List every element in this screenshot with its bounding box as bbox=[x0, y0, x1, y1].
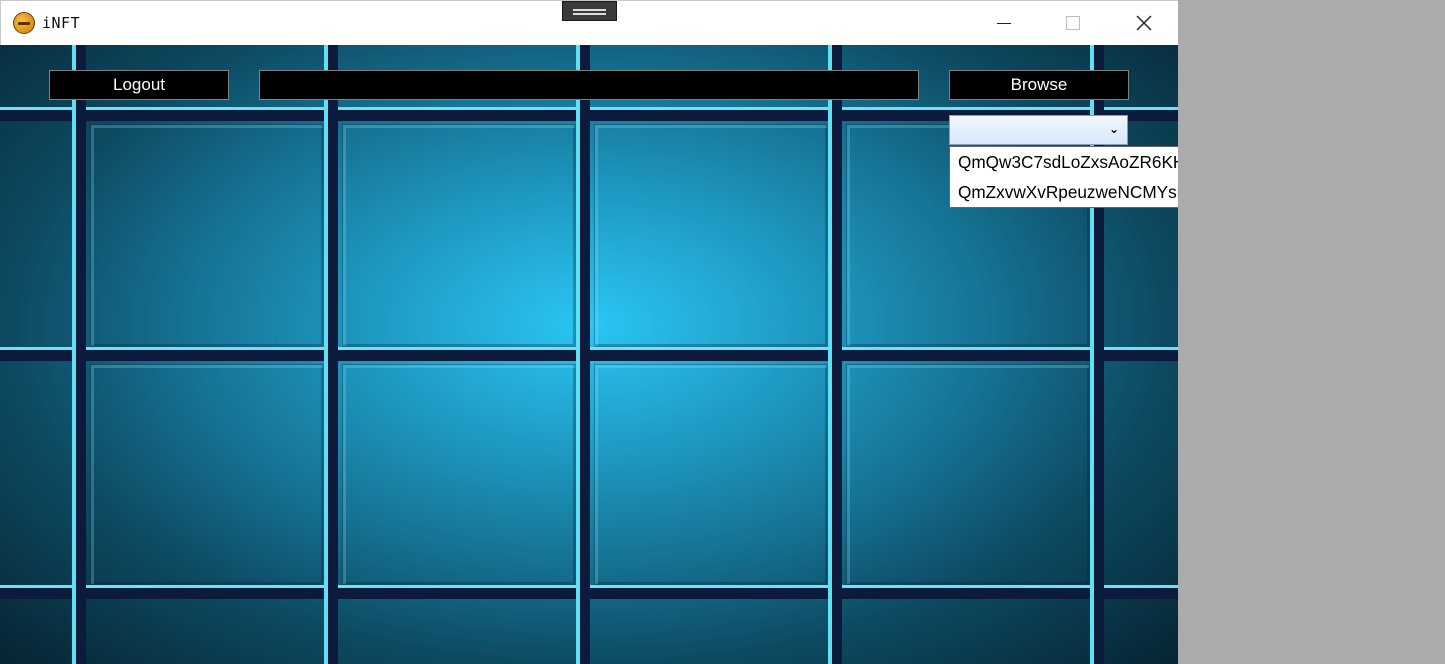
background-tile bbox=[594, 364, 828, 585]
background-grid-line bbox=[576, 45, 590, 664]
background-tile bbox=[846, 364, 1090, 585]
maximize-icon bbox=[1066, 16, 1080, 30]
chevron-down-icon: ⌄ bbox=[1108, 122, 1119, 136]
hash-select[interactable]: ⌄ bbox=[949, 115, 1128, 145]
window-title: iNFT bbox=[42, 14, 81, 32]
maximize-button[interactable] bbox=[1050, 1, 1096, 45]
dropdown-option[interactable]: QmZxvwXvRpeuzweNCMYsiPjh7T2yWmCaEvWYF8ee… bbox=[950, 177, 1178, 207]
dropdown-option[interactable]: QmQw3C7sdLoZxsAoZR6KHsuoCUT3a1mbd4UkiJy6… bbox=[950, 147, 1178, 177]
background-grid-line bbox=[828, 45, 842, 664]
minimize-icon bbox=[997, 22, 1011, 24]
title-bar[interactable]: iNFT bbox=[0, 0, 1178, 45]
grip-line bbox=[573, 9, 606, 11]
background-tile bbox=[594, 124, 828, 347]
background-grid-line bbox=[324, 45, 338, 664]
app-window: iNFT Logout Browse ⌄ QmQw3C7sdLoZxsAoZR6… bbox=[0, 0, 1178, 664]
grip-line bbox=[573, 13, 606, 15]
background-tile bbox=[342, 364, 576, 585]
app-logo-icon bbox=[13, 12, 35, 34]
drag-handle[interactable] bbox=[562, 1, 617, 21]
background-tile bbox=[90, 364, 324, 585]
path-input[interactable] bbox=[259, 70, 919, 100]
background-tile bbox=[90, 124, 324, 347]
logout-button[interactable]: Logout bbox=[49, 70, 229, 100]
main-content: Logout Browse ⌄ bbox=[0, 45, 1178, 664]
hash-dropdown-list: QmQw3C7sdLoZxsAoZR6KHsuoCUT3a1mbd4UkiJy6… bbox=[949, 146, 1178, 208]
background-grid-line bbox=[72, 45, 86, 664]
close-icon bbox=[1136, 15, 1152, 31]
browse-button[interactable]: Browse bbox=[949, 70, 1129, 100]
close-button[interactable] bbox=[1121, 1, 1167, 45]
background-tile bbox=[342, 124, 576, 347]
minimize-button[interactable] bbox=[981, 1, 1027, 45]
